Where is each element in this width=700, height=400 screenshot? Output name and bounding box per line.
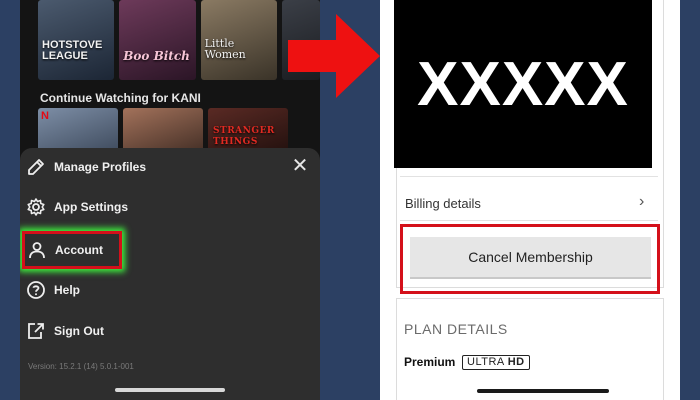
redaction-block: XXXXX bbox=[394, 0, 652, 168]
help-icon bbox=[27, 281, 45, 299]
poster-card[interactable]: Little Women bbox=[200, 0, 277, 80]
home-indicator[interactable] bbox=[115, 388, 225, 392]
right-arrow-icon bbox=[288, 14, 380, 98]
poster-card[interactable]: Boo Bitch bbox=[119, 0, 196, 80]
poster-card[interactable]: HOTSTOVE LEAGUE bbox=[38, 0, 115, 80]
menu-item-app-settings[interactable]: App Settings bbox=[26, 190, 128, 224]
netflix-app-screen: HOTSTOVE LEAGUE Boo Bitch Little Women C… bbox=[20, 0, 320, 400]
gear-icon bbox=[27, 198, 45, 216]
cancel-membership-button[interactable]: Cancel Membership bbox=[410, 237, 651, 279]
version-text: Version: 15.2.1 (14) 5.0.1-001 bbox=[28, 362, 134, 371]
menu-item-manage-profiles[interactable]: Manage Profiles bbox=[26, 150, 146, 184]
menu-item-label: Account bbox=[55, 243, 103, 257]
sign-out-icon bbox=[28, 323, 44, 339]
menu-item-label: App Settings bbox=[54, 200, 128, 214]
menu-item-label: Sign Out bbox=[54, 324, 104, 338]
poster-title: Boo Bitch bbox=[123, 49, 190, 63]
divider bbox=[400, 176, 658, 177]
poster-row: HOTSTOVE LEAGUE Boo Bitch Little Women bbox=[38, 0, 320, 80]
menu-item-label: Help bbox=[54, 283, 81, 297]
billing-details-link[interactable]: Billing details bbox=[405, 196, 481, 211]
account-page-screen: XXXXX Billing details › Cancel Membershi… bbox=[380, 0, 680, 400]
menu-item-label: Manage Profiles bbox=[54, 160, 147, 174]
profile-menu-sheet: ✕ Manage Profiles App Settings Account H… bbox=[20, 148, 320, 400]
plan-details-card bbox=[396, 298, 664, 400]
menu-item-account[interactable]: Account bbox=[22, 231, 122, 269]
continue-watching-heading: Continue Watching for KANI bbox=[40, 91, 201, 105]
menu-item-help[interactable]: Help bbox=[26, 273, 80, 307]
poster-title: STRANGER THINGS bbox=[213, 126, 275, 147]
plan-name: Premium bbox=[404, 355, 456, 369]
badge-text: ULTRA bbox=[467, 356, 505, 368]
netflix-logo-icon: N bbox=[41, 110, 49, 122]
divider bbox=[400, 220, 658, 221]
plan-details-heading: PLAN DETAILS bbox=[404, 321, 508, 337]
pencil-icon bbox=[28, 159, 44, 175]
poster-title: HOTSTOVE LEAGUE bbox=[42, 39, 103, 62]
poster-title: Little Women bbox=[204, 37, 246, 61]
home-indicator[interactable] bbox=[477, 389, 609, 393]
chevron-right-icon[interactable]: › bbox=[639, 193, 644, 211]
user-icon bbox=[29, 242, 45, 259]
badge-text-bold: HD bbox=[507, 356, 525, 368]
ultra-hd-badge: ULTRA HD bbox=[462, 355, 530, 370]
menu-item-sign-out[interactable]: Sign Out bbox=[26, 314, 104, 348]
close-icon[interactable]: ✕ bbox=[290, 156, 310, 176]
